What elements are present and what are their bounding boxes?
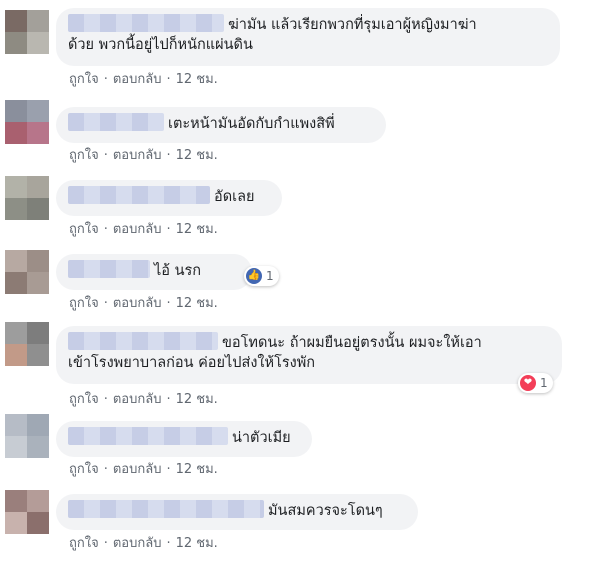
reply-link[interactable]: ตอบกลับ [113,536,162,551]
timestamp[interactable]: 12 ชม. [176,462,218,477]
reply-link[interactable]: ตอบกลับ [113,392,162,407]
like-link[interactable]: ถูกใจ [69,462,99,477]
comment-actions: ถูกใจ · ตอบกลับ · 12 ชม. [69,296,218,311]
reaction-number: 1 [266,269,274,283]
avatar[interactable] [5,490,49,534]
comment-bubble: น่าตัวเมีย [56,421,312,457]
timestamp[interactable]: 12 ชม. [176,296,218,311]
comment-text: อัดเลย [214,189,255,205]
comment-text: มันสมควรจะโดนๆ [268,503,383,519]
comment-bubble: ขอโทดนะ ถ้าผมยืนอยู่ตรงนั้น ผมจะให้เอา เ… [56,326,562,384]
like-link[interactable]: ถูกใจ [69,296,99,311]
avatar[interactable] [5,250,49,294]
like-link[interactable]: ถูกใจ [69,148,99,163]
comment-bubble: มันสมควรจะโดนๆ [56,494,418,530]
reply-link[interactable]: ตอบกลับ [113,222,162,237]
timestamp[interactable]: 12 ชม. [176,72,218,87]
comment-actions: ถูกใจ · ตอบกลับ · 12 ชม. [69,536,218,551]
comment-actions: ถูกใจ · ตอบกลับ · 12 ชม. [69,222,218,237]
avatar[interactable] [5,414,49,458]
blurred-author-name[interactable] [68,427,228,445]
comment-bubble: เตะหน้ามันอัดกับกำแพงสิพี่ [56,107,386,143]
like-link[interactable]: ถูกใจ [69,536,99,551]
like-link[interactable]: ถูกใจ [69,72,99,87]
heart-icon: ❤ [520,375,536,391]
reply-link[interactable]: ตอบกลับ [113,148,162,163]
comment-bubble: ฆ่ามัน แล้วเรียกพวกที่รุมเอาผู้หญิงมาฆ่า… [56,8,560,66]
timestamp[interactable]: 12 ชม. [176,222,218,237]
avatar[interactable] [5,176,49,220]
reply-link[interactable]: ตอบกลับ [113,72,162,87]
comment-actions: ถูกใจ · ตอบกลับ · 12 ชม. [69,462,218,477]
comment-bubble: อัดเลย [56,180,282,216]
blurred-author-name[interactable] [68,14,224,32]
like-thumb-icon: 👍 [246,268,262,284]
like-link[interactable]: ถูกใจ [69,222,99,237]
comment-bubble: ไอ้ นรก [56,254,252,290]
blurred-author-name[interactable] [68,113,164,131]
comment-text: เตะหน้ามันอัดกับกำแพงสิพี่ [168,116,335,132]
comment-text: ไอ้ นรก [154,263,202,279]
avatar[interactable] [5,322,49,366]
comment-actions: ถูกใจ · ตอบกลับ · 12 ชม. [69,148,218,163]
avatar[interactable] [5,10,49,54]
timestamp[interactable]: 12 ชม. [176,536,218,551]
comment-actions: ถูกใจ · ตอบกลับ · 12 ชม. [69,392,218,407]
timestamp[interactable]: 12 ชม. [176,392,218,407]
comment-actions: ถูกใจ · ตอบกลับ · 12 ชม. [69,72,218,87]
reply-link[interactable]: ตอบกลับ [113,462,162,477]
reaction-number: 1 [540,376,548,390]
timestamp[interactable]: 12 ชม. [176,148,218,163]
like-link[interactable]: ถูกใจ [69,392,99,407]
blurred-author-name[interactable] [68,260,150,278]
reaction-count[interactable]: ❤ 1 [518,373,553,393]
blurred-author-name[interactable] [68,500,264,518]
avatar[interactable] [5,100,49,144]
reply-link[interactable]: ตอบกลับ [113,296,162,311]
comment-text: น่าตัวเมีย [232,430,291,446]
blurred-author-name[interactable] [68,332,218,350]
blurred-author-name[interactable] [68,186,210,204]
reaction-count[interactable]: 👍 1 [244,266,279,286]
